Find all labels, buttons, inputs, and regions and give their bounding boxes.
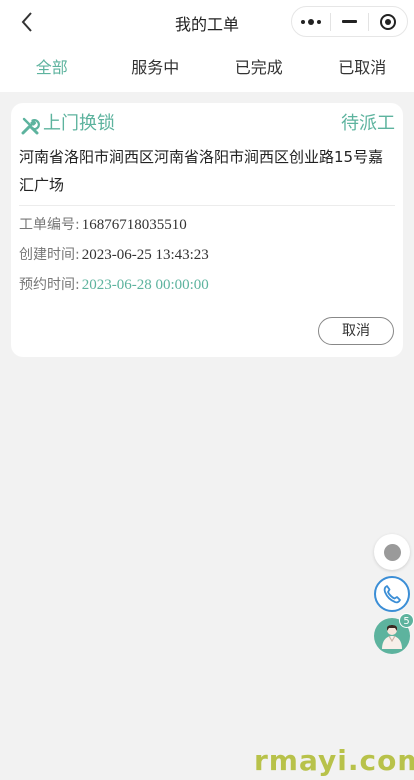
phone-button[interactable]: [374, 576, 410, 612]
watermark-text: rmayi.com: [254, 744, 414, 777]
tab-in-service[interactable]: 服务中: [104, 44, 208, 92]
service-address: 河南省洛阳市涧西区河南省洛阳市涧西区创业路15号嘉汇广场: [19, 148, 384, 194]
mini-program-capsule: [291, 6, 408, 37]
record-dot-icon: [383, 543, 401, 561]
appointment-time-value: 2023-06-28 00:00:00: [81, 277, 209, 293]
nav-bar: 我的工单: [0, 0, 414, 44]
order-card[interactable]: 上门换锁 待派工 河南省洛阳市涧西区河南省洛阳市涧西区创业路15号嘉汇广场 工单…: [11, 103, 403, 357]
appointment-time-row: 预约时间: 2023-06-28 00:00:00: [19, 275, 209, 295]
cancel-order-button[interactable]: 取消: [318, 317, 394, 345]
notification-badge: 5: [399, 613, 414, 628]
more-dots-icon: [300, 18, 321, 25]
service-type: 上门换锁: [43, 113, 115, 134]
created-time-label: 创建时间:: [19, 247, 80, 263]
target-icon: [380, 13, 397, 30]
order-number-value: 16876718035510: [81, 217, 187, 233]
tab-completed[interactable]: 已完成: [207, 44, 311, 92]
tab-all[interactable]: 全部: [0, 44, 104, 92]
record-button[interactable]: [374, 534, 410, 570]
status-badge: 待派工: [341, 113, 395, 134]
order-number-row: 工单编号: 16876718035510: [19, 215, 187, 235]
minimize-button[interactable]: [331, 6, 369, 37]
card-divider: [19, 205, 395, 206]
more-button[interactable]: [292, 6, 330, 37]
minimize-icon: [342, 20, 357, 23]
tab-cancelled[interactable]: 已取消: [311, 44, 414, 92]
wrench-icon: [21, 117, 40, 135]
appointment-time-label: 预约时间:: [19, 277, 80, 293]
order-status-tabs: 全部 服务中 已完成 已取消: [0, 44, 414, 92]
phone-icon: [383, 585, 401, 604]
created-time-value: 2023-06-25 13:43:23: [81, 247, 209, 263]
close-miniprogram-button[interactable]: [369, 6, 407, 37]
order-card-header: 上门换锁 待派工: [20, 111, 395, 137]
order-number-label: 工单编号:: [19, 217, 80, 233]
created-time-row: 创建时间: 2023-06-25 13:43:23: [19, 245, 209, 265]
